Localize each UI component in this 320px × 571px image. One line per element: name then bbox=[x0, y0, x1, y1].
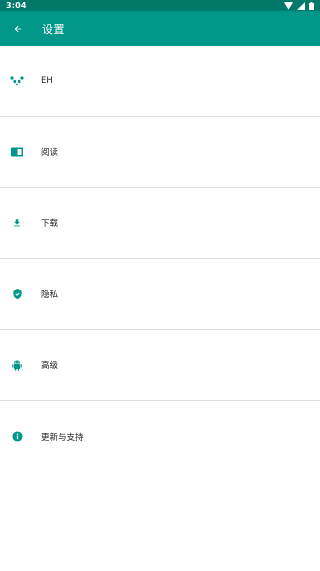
settings-item-label: EH bbox=[41, 76, 53, 86]
shield-icon bbox=[8, 285, 26, 303]
settings-list: EH 阅读 下载 隐私 高级 更新与支持 bbox=[0, 46, 320, 472]
status-bar: 3:04 bbox=[0, 0, 320, 11]
settings-item-advanced[interactable]: 高级 bbox=[0, 330, 320, 401]
signal-icon bbox=[297, 1, 305, 10]
settings-item-label: 隐私 bbox=[41, 290, 59, 300]
settings-item-label: 高级 bbox=[41, 361, 59, 371]
back-button[interactable] bbox=[1, 11, 35, 46]
android-icon bbox=[8, 356, 26, 374]
download-icon bbox=[8, 214, 26, 232]
settings-item-download[interactable]: 下载 bbox=[0, 188, 320, 259]
arrow-back-icon bbox=[14, 25, 22, 32]
status-time: 3:04 bbox=[6, 1, 27, 10]
wifi-icon bbox=[284, 1, 293, 10]
status-icons bbox=[284, 1, 314, 10]
page-title: 设置 bbox=[42, 22, 65, 36]
settings-item-privacy[interactable]: 隐私 bbox=[0, 259, 320, 330]
settings-item-label: 更新与支持 bbox=[41, 432, 84, 443]
settings-item-eh[interactable]: EH bbox=[0, 46, 320, 117]
battery-icon bbox=[309, 1, 314, 10]
settings-item-update-support[interactable]: 更新与支持 bbox=[0, 401, 320, 472]
info-icon bbox=[8, 428, 26, 446]
panda-icon bbox=[8, 72, 26, 90]
settings-item-label: 下载 bbox=[41, 219, 59, 229]
settings-item-read[interactable]: 阅读 bbox=[0, 117, 320, 188]
settings-item-label: 阅读 bbox=[41, 148, 59, 158]
app-toolbar: 设置 bbox=[0, 11, 320, 46]
book-icon bbox=[8, 143, 26, 161]
